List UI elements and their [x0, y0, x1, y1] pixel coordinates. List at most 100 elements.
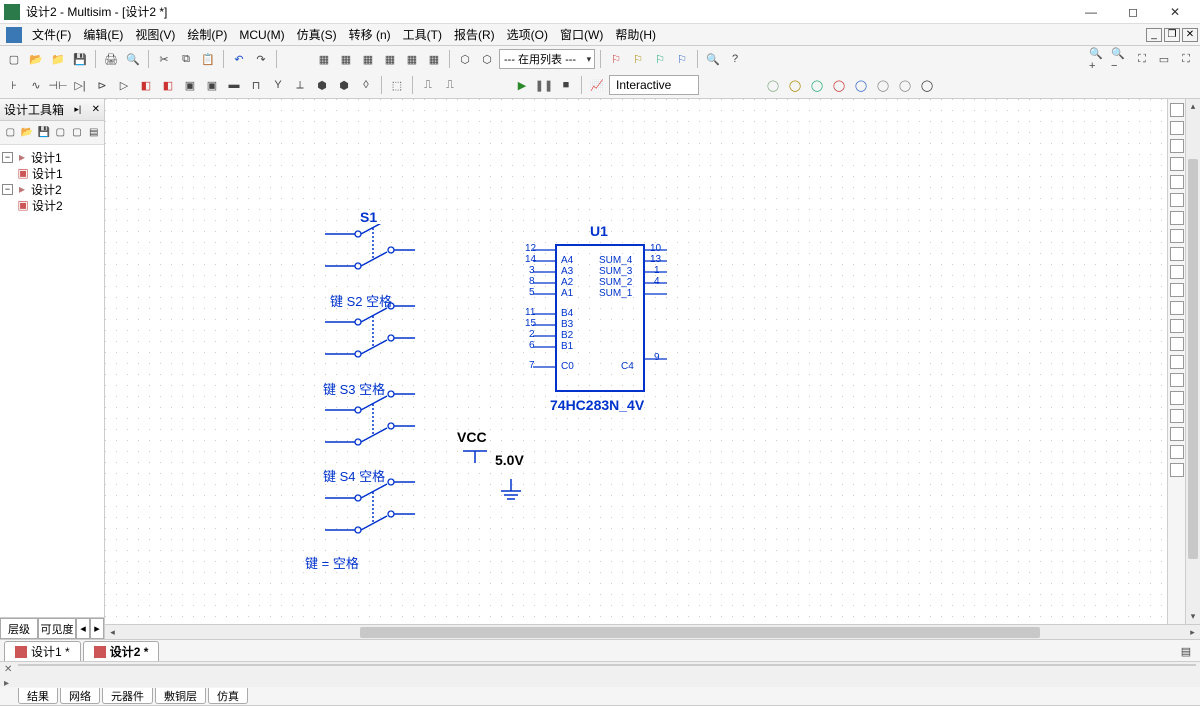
comp-trans-button[interactable]: ⊳ — [92, 75, 112, 95]
cut-button[interactable]: ✂ — [154, 49, 174, 69]
menu-options[interactable]: 选项(O) — [501, 24, 554, 45]
tree-design2[interactable]: − ▸ 设计2 — [2, 181, 102, 197]
zoom-in-button[interactable]: 🔍+ — [1088, 49, 1108, 69]
run-button[interactable]: ▶ — [512, 75, 532, 95]
menu-edit[interactable]: 编辑(E) — [77, 24, 129, 45]
undo-button[interactable]: ↶ — [229, 49, 249, 69]
doc-tab-design2[interactable]: 设计2 * — [83, 641, 160, 661]
instr-logic-c[interactable] — [1170, 265, 1184, 279]
tb-c-icon[interactable]: ▤ — [86, 125, 101, 141]
probe7-button[interactable]: ◯ — [895, 75, 915, 95]
toolbox-pin-icon[interactable]: ▸| — [74, 104, 81, 115]
instr-word[interactable] — [1170, 229, 1184, 243]
spreadsheet-pin-icon[interactable]: ▸ — [4, 678, 16, 690]
instr-spec[interactable] — [1170, 319, 1184, 333]
tb-open-icon[interactable]: 📂 — [20, 125, 35, 141]
open-button[interactable]: 📂 — [26, 49, 46, 69]
grid6-button[interactable]: ▦ — [424, 49, 444, 69]
link2-button[interactable]: ⬡ — [477, 49, 497, 69]
flag-g-button[interactable]: ⚐ — [650, 49, 670, 69]
tab-copper[interactable]: 敷铜层 — [155, 688, 206, 704]
tab-left-arrow[interactable]: ◂ — [76, 618, 90, 639]
print-button[interactable]: 🖨 — [101, 49, 121, 69]
scroll-left-icon[interactable]: ◂ — [105, 627, 120, 638]
chip-u1-ref[interactable]: U1 — [590, 223, 608, 239]
vcc-gnd-symbol[interactable] — [463, 443, 523, 513]
comp-mech-button[interactable]: Y — [268, 75, 288, 95]
menu-sim[interactable]: 仿真(S) — [291, 24, 343, 45]
grid1-button[interactable]: ▦ — [314, 49, 334, 69]
tb-b-icon[interactable]: ▢ — [70, 125, 85, 141]
spreadsheet-close-icon[interactable]: ✕ — [4, 664, 16, 676]
comp-diode-button[interactable]: ▷| — [70, 75, 90, 95]
instr-ag-mult[interactable] — [1170, 373, 1184, 387]
flag-b-button[interactable]: ⚐ — [672, 49, 692, 69]
tab-nets[interactable]: 网络 — [60, 688, 100, 704]
horizontal-scrollbar[interactable]: ◂ ▸ — [105, 624, 1200, 639]
help-button[interactable]: ? — [725, 49, 745, 69]
menu-transfer[interactable]: 转移 (n) — [343, 24, 397, 45]
switch-s2-key[interactable]: 键 S2 空格 — [330, 291, 392, 310]
comp-mcu-button[interactable]: ▣ — [180, 75, 200, 95]
grid3-button[interactable]: ▦ — [358, 49, 378, 69]
comp-basic-button[interactable]: ⊦ — [4, 75, 24, 95]
grid2-button[interactable]: ▦ — [336, 49, 356, 69]
menu-mcu[interactable]: MCU(M) — [233, 26, 290, 44]
comp-resistor-button[interactable]: ∿ — [26, 75, 46, 95]
zoom-out-button[interactable]: 🔍− — [1110, 49, 1130, 69]
scroll-right-icon[interactable]: ▸ — [1185, 627, 1200, 638]
menu-draw[interactable]: 绘制(P) — [181, 24, 233, 45]
comp-elec-button[interactable]: ◊ — [356, 75, 376, 95]
comp-cap-button[interactable]: ⊣⊢ — [48, 75, 68, 95]
menu-tools[interactable]: 工具(T) — [397, 24, 448, 45]
copy-button[interactable]: ⧉ — [176, 49, 196, 69]
comp-conn-button[interactable]: ⊓ — [246, 75, 266, 95]
open2-button[interactable]: 📁 — [48, 49, 68, 69]
mdi-minimize[interactable]: _ — [1146, 28, 1162, 42]
instr-freq[interactable] — [1170, 211, 1184, 225]
zoom-fit-button[interactable]: ⛶ — [1132, 49, 1152, 69]
interactive-icon[interactable]: 📈 — [587, 75, 607, 95]
scroll-up-icon[interactable]: ▴ — [1186, 99, 1200, 114]
doc-tab-design1[interactable]: 设计1 * — [4, 641, 81, 661]
pause-button[interactable]: ❚❚ — [534, 75, 554, 95]
instr-ag-gen[interactable] — [1170, 355, 1184, 369]
probe2-button[interactable]: ◯ — [785, 75, 805, 95]
grid5-button[interactable]: ▦ — [402, 49, 422, 69]
tab-overflow-icon[interactable]: ▤ — [1176, 641, 1196, 661]
instr-ag-scope[interactable] — [1170, 391, 1184, 405]
tb-a-icon[interactable]: ▢ — [53, 125, 68, 141]
zoom-tool-button[interactable]: 🔍 — [703, 49, 723, 69]
paste-button[interactable]: 📋 — [198, 49, 218, 69]
comp-ind-button[interactable]: ⬢ — [334, 75, 354, 95]
mdi-close[interactable]: ✕ — [1182, 28, 1198, 42]
instr-lv2[interactable] — [1170, 445, 1184, 459]
probe1-button[interactable]: ◯ — [763, 75, 783, 95]
close-button[interactable]: ✕ — [1154, 1, 1196, 23]
bus-button[interactable]: ⬚ — [387, 75, 407, 95]
probe4-button[interactable]: ◯ — [829, 75, 849, 95]
switch-eq-key[interactable]: 键 = 空格 — [305, 553, 359, 572]
instr-logic-a[interactable] — [1170, 247, 1184, 261]
instr-curr[interactable] — [1170, 463, 1184, 477]
in-use-list-combo[interactable]: --- 在用列表 --- — [499, 49, 595, 69]
probe8-button[interactable]: ◯ — [917, 75, 937, 95]
tree-design2-sheet[interactable]: ▣ 设计2 — [2, 197, 102, 213]
comp-pwr-button[interactable]: ⬢ — [312, 75, 332, 95]
tab-visibility[interactable]: 可见度 — [38, 618, 76, 639]
vscroll-thumb[interactable] — [1188, 159, 1198, 559]
menu-window[interactable]: 窗口(W) — [554, 24, 609, 45]
instr-scope[interactable] — [1170, 157, 1184, 171]
probe6-button[interactable]: ◯ — [873, 75, 893, 95]
comp-ttl-button[interactable]: ◧ — [158, 75, 178, 95]
collapse-icon[interactable]: − — [2, 184, 13, 195]
comp-disp-button[interactable]: ▬ — [224, 75, 244, 95]
tab-right-arrow[interactable]: ▸ — [90, 618, 104, 639]
schematic-canvas[interactable]: S1 键 S2 空格 键 S3 空格 — [105, 99, 1200, 624]
tree-design1-sheet[interactable]: ▣ 设计1 — [2, 165, 102, 181]
comp-rf-button[interactable]: ⟂ — [290, 75, 310, 95]
instr-bode[interactable] — [1170, 193, 1184, 207]
grid4-button[interactable]: ▦ — [380, 49, 400, 69]
instr-tek[interactable] — [1170, 409, 1184, 423]
new-button[interactable]: ▢ — [4, 49, 24, 69]
